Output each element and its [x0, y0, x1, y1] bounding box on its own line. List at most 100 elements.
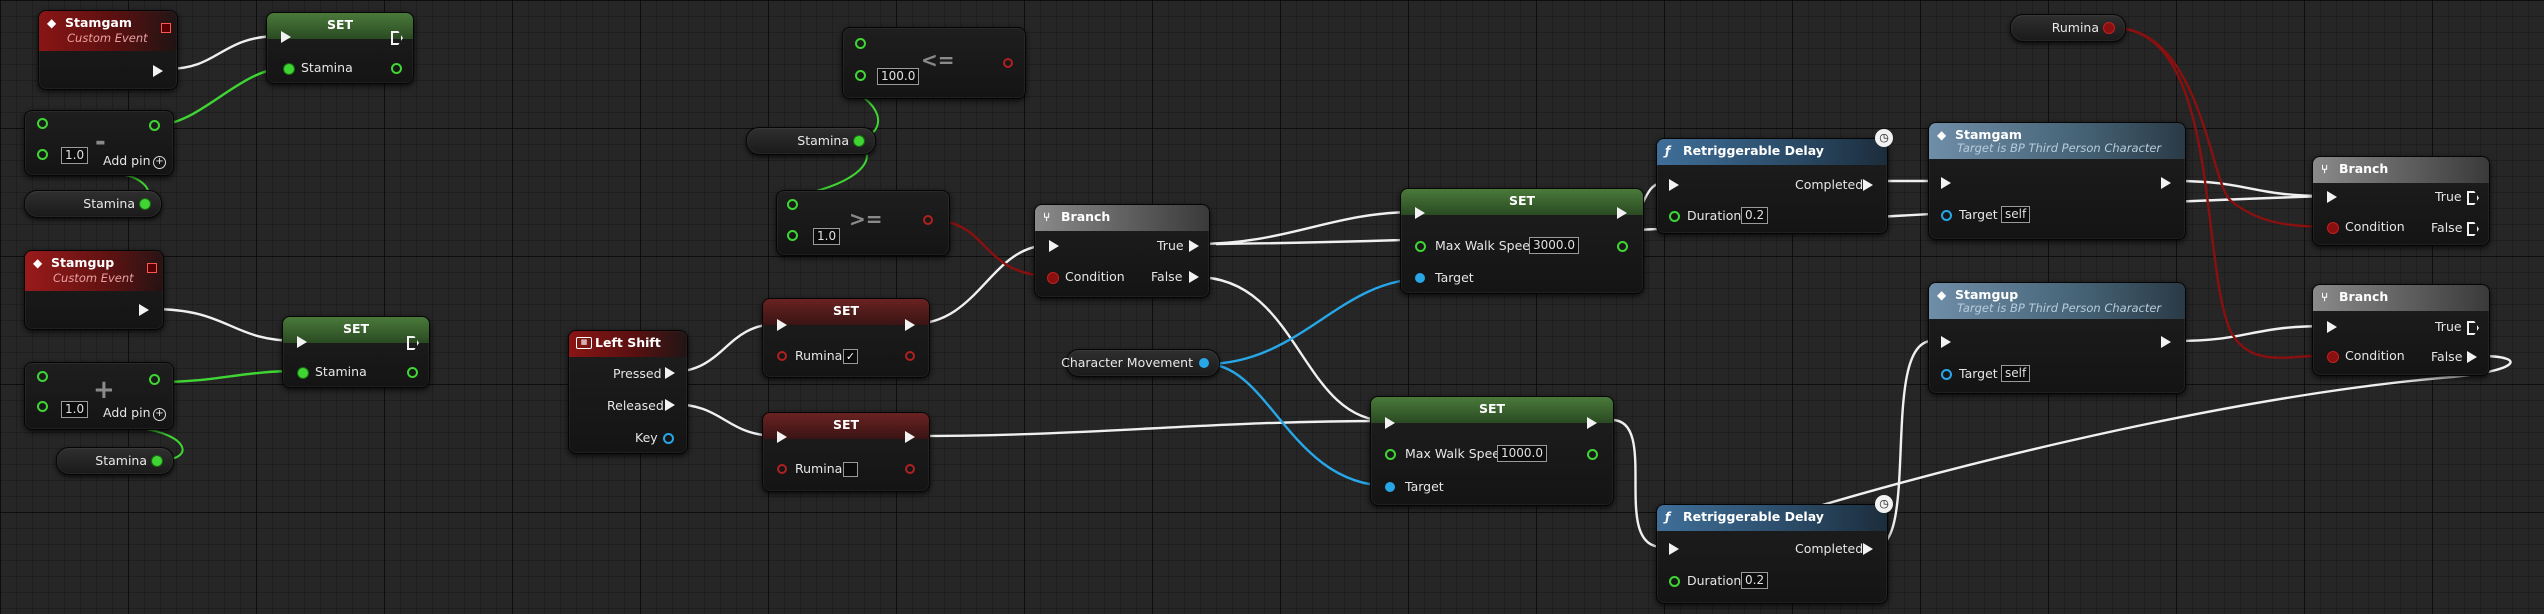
- set-stamina-node-2[interactable]: SET Stamina: [282, 316, 430, 388]
- retriggerable-delay-node-1[interactable]: ƒ Retriggerable Delay ◷ Completed Durati…: [1656, 129, 1893, 234]
- target-field[interactable]: self: [2001, 365, 2031, 382]
- add-pin-icon[interactable]: +: [153, 156, 166, 169]
- duration-in-pin[interactable]: [1669, 576, 1680, 587]
- stamina-out-pin[interactable]: [139, 198, 151, 210]
- completed-exec-pin[interactable]: [1863, 543, 1873, 555]
- key-out-pin[interactable]: [663, 433, 674, 444]
- character-movement-node[interactable]: Character Movement: [1061, 349, 1220, 377]
- exec-in-pin[interactable]: [777, 431, 787, 443]
- add-pin-label[interactable]: Add pin: [103, 405, 151, 420]
- released-exec-pin[interactable]: [665, 399, 675, 411]
- bool-out-pin[interactable]: [1003, 58, 1013, 68]
- character-movement-out-pin[interactable]: [1199, 358, 1209, 368]
- exec-out-pin[interactable]: [1587, 417, 1597, 429]
- b-in-pin[interactable]: [787, 230, 798, 241]
- exec-in-pin[interactable]: [2327, 191, 2337, 203]
- b-in-pin[interactable]: [37, 401, 48, 412]
- exec-out-pin[interactable]: [139, 304, 149, 316]
- exec-in-pin[interactable]: [281, 31, 291, 43]
- exec-out-pin[interactable]: [2161, 177, 2171, 189]
- condition-in-pin[interactable]: [1047, 272, 1059, 284]
- true-exec-pin[interactable]: [2467, 191, 2479, 205]
- add-node[interactable]: + 1.0 Add pin +: [24, 362, 174, 430]
- duration-field[interactable]: 0.2: [1741, 572, 1769, 589]
- rumina-in-pin[interactable]: [777, 464, 787, 474]
- exec-in-pin[interactable]: [1669, 543, 1679, 555]
- exec-in-pin[interactable]: [1941, 177, 1951, 189]
- get-stamina-node-3[interactable]: Stamina: [746, 127, 876, 155]
- exec-in-pin[interactable]: [2327, 321, 2337, 333]
- pressed-exec-pin[interactable]: [665, 367, 675, 379]
- b-value-field[interactable]: 1.0: [61, 147, 89, 164]
- a-in-pin[interactable]: [37, 371, 48, 382]
- add-pin-label[interactable]: Add pin: [103, 153, 151, 168]
- b-value-field[interactable]: 1.0: [61, 401, 89, 418]
- b-in-pin[interactable]: [855, 70, 866, 81]
- branch-node-3[interactable]: ⑂ Branch True Condition False: [2312, 284, 2490, 376]
- false-exec-pin[interactable]: [1189, 271, 1199, 283]
- rumina-checkbox[interactable]: [843, 462, 858, 477]
- condition-in-pin[interactable]: [2327, 351, 2339, 363]
- exec-in-pin[interactable]: [1415, 207, 1425, 219]
- left-shift-node[interactable]: ▦ Left Shift Pressed Released Key: [568, 330, 688, 454]
- exec-in-pin[interactable]: [1941, 336, 1951, 348]
- target-in-pin[interactable]: [1941, 369, 1952, 380]
- stamina-in-pin[interactable]: [283, 63, 295, 75]
- call-stamgam-node[interactable]: ◆ Stamgam Target is BP Third Person Char…: [1928, 122, 2186, 240]
- exec-in-pin[interactable]: [777, 319, 787, 331]
- exec-in-pin[interactable]: [297, 336, 307, 348]
- a-in-pin[interactable]: [855, 38, 866, 49]
- stamgup-event-node[interactable]: ◆ Stamgup Custom Event: [24, 250, 164, 330]
- exec-out-pin[interactable]: [1617, 207, 1627, 219]
- exec-in-pin[interactable]: [1669, 179, 1679, 191]
- retriggerable-delay-node-2[interactable]: ƒ Retriggerable Delay ◷ Completed Durati…: [1656, 495, 1893, 604]
- condition-in-pin[interactable]: [2327, 222, 2339, 234]
- max-walk-speed-in-pin[interactable]: [1385, 449, 1396, 460]
- rumina-out-pin[interactable]: [2103, 22, 2115, 34]
- bool-out-pin[interactable]: [923, 215, 933, 225]
- rumina-out-pin[interactable]: [905, 351, 915, 361]
- result-out-pin[interactable]: [149, 374, 160, 385]
- target-in-pin[interactable]: [1415, 273, 1425, 283]
- get-stamina-node-2[interactable]: Stamina: [56, 447, 174, 475]
- exec-in-pin[interactable]: [1049, 240, 1059, 252]
- add-pin-icon[interactable]: +: [153, 408, 166, 421]
- set-max-walk-speed-3000-node[interactable]: SET Max Walk Speed 3000.0 Target: [1400, 188, 1644, 294]
- max-walk-speed-field[interactable]: 1000.0: [1497, 445, 1547, 462]
- stamina-out-pin[interactable]: [407, 367, 418, 378]
- false-exec-pin[interactable]: [2467, 222, 2479, 236]
- stamgam-event-node[interactable]: ◆ Stamgam Custom Event: [38, 10, 178, 90]
- a-in-pin[interactable]: [787, 199, 798, 210]
- stamina-out-pin[interactable]: [391, 63, 402, 74]
- branch-node-1[interactable]: ⑂ Branch True Condition False: [1034, 204, 1210, 298]
- max-walk-speed-out-pin[interactable]: [1587, 449, 1598, 460]
- target-in-pin[interactable]: [1385, 482, 1395, 492]
- b-value-field[interactable]: 1.0: [813, 228, 841, 245]
- completed-exec-pin[interactable]: [1863, 179, 1873, 191]
- exec-in-pin[interactable]: [1385, 417, 1395, 429]
- rumina-in-pin[interactable]: [777, 351, 787, 361]
- max-walk-speed-field[interactable]: 3000.0: [1529, 237, 1579, 254]
- rumina-checkbox[interactable]: ✓: [843, 349, 858, 364]
- max-walk-speed-out-pin[interactable]: [1617, 241, 1628, 252]
- exec-out-pin[interactable]: [905, 431, 915, 443]
- set-rumina-false-node[interactable]: SET Rumina: [762, 412, 930, 492]
- call-stamgup-node[interactable]: ◆ Stamgup Target is BP Third Person Char…: [1928, 282, 2186, 394]
- stamina-out-pin[interactable]: [151, 455, 163, 467]
- exec-out-pin[interactable]: [2161, 336, 2171, 348]
- stamina-out-pin[interactable]: [853, 135, 865, 147]
- target-field[interactable]: self: [2001, 206, 2031, 223]
- target-in-pin[interactable]: [1941, 210, 1952, 221]
- max-walk-speed-in-pin[interactable]: [1415, 241, 1426, 252]
- exec-out-pin[interactable]: [905, 319, 915, 331]
- b-value-field[interactable]: 100.0: [877, 68, 920, 85]
- less-equal-node[interactable]: 100.0 <=: [842, 27, 1026, 99]
- set-max-walk-speed-1000-node[interactable]: SET Max Walk Speed 1000.0 Target: [1370, 396, 1614, 506]
- get-stamina-node-1[interactable]: Stamina: [24, 190, 162, 218]
- greater-equal-node[interactable]: 1.0 >=: [776, 190, 950, 256]
- branch-node-2[interactable]: ⑂ Branch True Condition False: [2312, 156, 2490, 246]
- duration-field[interactable]: 0.2: [1741, 207, 1769, 224]
- stamina-in-pin[interactable]: [297, 367, 309, 379]
- a-in-pin[interactable]: [37, 118, 48, 129]
- result-out-pin[interactable]: [149, 120, 160, 131]
